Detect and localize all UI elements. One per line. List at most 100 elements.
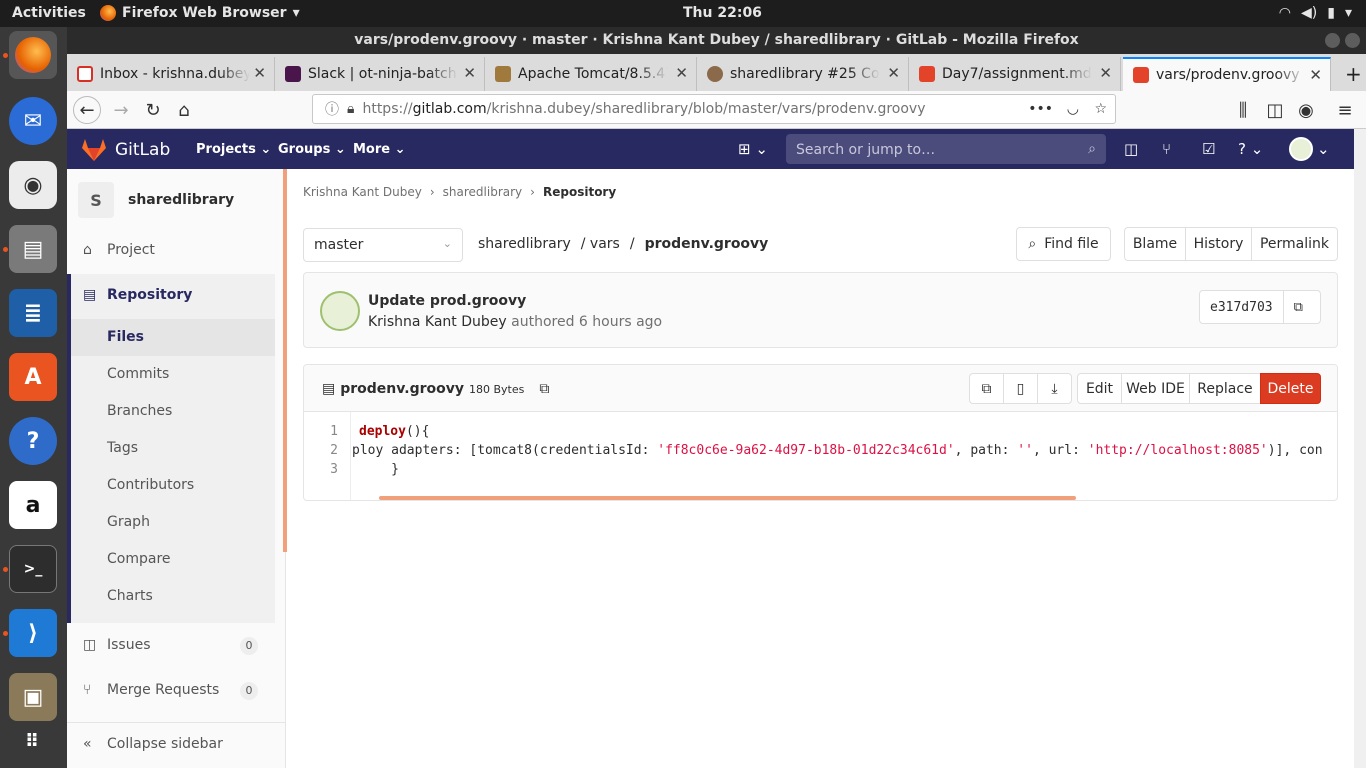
activities-button[interactable]: Activities: [12, 5, 86, 21]
help-icon[interactable]: ?: [9, 417, 57, 465]
download-icon[interactable]: ⤓: [1037, 373, 1072, 404]
copy-path-icon[interactable]: ⧉: [539, 381, 549, 397]
line-number[interactable]: 1: [330, 424, 338, 439]
clock[interactable]: Thu 22:06: [683, 5, 762, 21]
sidebar-sub-branches[interactable]: Branches: [107, 403, 172, 419]
close-icon[interactable]: ✕: [463, 64, 476, 82]
reload-icon[interactable]: ↻: [139, 96, 167, 124]
code-horizontal-scrollbar[interactable]: [379, 496, 1076, 500]
issues-icon[interactable]: ◫: [1124, 140, 1138, 158]
history-button[interactable]: History: [1185, 227, 1252, 261]
merge-requests-icon[interactable]: ⑂: [1162, 140, 1171, 158]
show-apps-icon[interactable]: ⠿: [9, 717, 57, 765]
sidebar-sub-tags[interactable]: Tags: [107, 440, 138, 456]
new-dropdown-icon[interactable]: ⊞ ⌄: [738, 140, 768, 158]
delete-button[interactable]: Delete: [1260, 373, 1321, 404]
sidebar-sub-charts[interactable]: Charts: [107, 588, 153, 604]
collapse-sidebar-button[interactable]: « Collapse sidebar: [67, 736, 275, 752]
commit-title[interactable]: Update prod.groovy: [368, 293, 526, 309]
code-viewer[interactable]: 1 2 3 deploy(){ ploy adapters: [tomcat8(…: [304, 412, 1337, 500]
browser-tab[interactable]: Slack | ot-ninja-batch-6 ✕: [275, 57, 485, 91]
replace-button[interactable]: Replace: [1189, 373, 1261, 404]
commit-sha[interactable]: e317d703: [1200, 291, 1284, 323]
thunderbird-icon[interactable]: ✉: [9, 97, 57, 145]
maximize-icon[interactable]: [1345, 33, 1360, 48]
breadcrumb-user[interactable]: Krishna Kant Dubey: [303, 185, 422, 199]
edit-button[interactable]: Edit: [1077, 373, 1122, 404]
account-icon[interactable]: ◉: [1292, 96, 1320, 124]
path-dir[interactable]: / vars: [581, 236, 620, 252]
path-root[interactable]: sharedlibrary: [478, 236, 571, 252]
library-icon[interactable]: ⫼: [1229, 96, 1257, 124]
sidebar-sub-files[interactable]: Files: [107, 329, 144, 345]
commit-meta: authored 6 hours ago: [511, 314, 663, 330]
raw-icon[interactable]: ▯: [1003, 373, 1038, 404]
nav-projects[interactable]: Projects ⌄: [196, 142, 271, 157]
copy-icon[interactable]: ⧉: [1284, 300, 1313, 315]
firefox-launcher[interactable]: [9, 31, 57, 79]
pocket-icon[interactable]: ◡: [1067, 101, 1079, 117]
sidebar-sub-graph[interactable]: Graph: [107, 514, 150, 530]
find-file-button[interactable]: ⌕ Find file: [1016, 227, 1111, 261]
vscode-icon[interactable]: ⟩: [9, 609, 57, 657]
gitlab-home-link[interactable]: GitLab: [81, 138, 170, 162]
close-icon[interactable]: ✕: [675, 64, 688, 82]
close-icon[interactable]: ✕: [887, 64, 900, 82]
bookmark-star-icon[interactable]: ☆: [1094, 101, 1107, 117]
app-menu[interactable]: Firefox Web Browser ▾: [100, 5, 300, 21]
sidebar-item-project[interactable]: ⌂ Project: [67, 242, 275, 258]
close-icon[interactable]: ✕: [1309, 66, 1322, 84]
todos-icon[interactable]: ☑: [1202, 140, 1215, 158]
permalink-button[interactable]: Permalink: [1251, 227, 1338, 261]
tab-label: vars/prodenv.groovy ·: [1156, 67, 1306, 83]
page-actions-icon[interactable]: •••: [1028, 101, 1053, 117]
web-ide-button[interactable]: Web IDE: [1121, 373, 1190, 404]
gitlab-header: GitLab Projects ⌄ Groups ⌄ More ⌄ ⊞ ⌄ Se…: [67, 129, 1354, 169]
sidebar-sub-contributors[interactable]: Contributors: [107, 477, 194, 493]
image-viewer-icon[interactable]: ▣: [9, 673, 57, 721]
new-tab-button[interactable]: +: [1335, 57, 1365, 91]
sidebar-project-link[interactable]: Ssharedlibrary: [78, 182, 234, 218]
breadcrumb-current[interactable]: Repository: [543, 185, 616, 199]
line-number[interactable]: 2: [330, 443, 338, 458]
sidebar-item-repository[interactable]: ▤ Repository: [67, 287, 275, 303]
url-bar[interactable]: ⓘ 🔒︎ https://gitlab.com/krishna.dubey/sha…: [312, 94, 1116, 124]
menu-icon[interactable]: ≡: [1331, 96, 1359, 124]
nav-groups[interactable]: Groups ⌄: [278, 142, 346, 157]
user-avatar[interactable]: [1289, 137, 1313, 161]
browser-tab-active[interactable]: vars/prodenv.groovy · ✕: [1123, 57, 1331, 91]
browser-tab[interactable]: Apache Tomcat/8.5.47 ✕: [485, 57, 697, 91]
files-icon[interactable]: ▤: [9, 225, 57, 273]
copy-source-icon[interactable]: ⧉: [969, 373, 1004, 404]
writer-icon[interactable]: ≣: [9, 289, 57, 337]
software-center-icon[interactable]: A: [9, 353, 57, 401]
rhythmbox-icon[interactable]: ◉: [9, 161, 57, 209]
search-input[interactable]: Search or jump to… ⌕: [786, 134, 1106, 164]
author-avatar[interactable]: [320, 291, 360, 331]
forward-icon[interactable]: →: [107, 96, 135, 124]
close-icon[interactable]: ✕: [253, 64, 266, 82]
blame-button[interactable]: Blame: [1124, 227, 1186, 261]
amazon-icon[interactable]: a: [9, 481, 57, 529]
branch-selector[interactable]: master ⌄: [303, 228, 463, 262]
nav-more[interactable]: More ⌄: [353, 142, 406, 157]
minimize-icon[interactable]: [1325, 33, 1340, 48]
jenkins-icon: [707, 66, 723, 82]
sidebar-sub-compare[interactable]: Compare: [107, 551, 171, 567]
system-tray[interactable]: ◠ ◀) ▮ ▾: [1279, 5, 1352, 21]
line-number[interactable]: 3: [330, 462, 338, 477]
help-icon[interactable]: ? ⌄: [1238, 140, 1263, 158]
breadcrumb-project[interactable]: sharedlibrary: [443, 185, 523, 199]
page-scrollbar[interactable]: [1354, 129, 1366, 768]
sidebar-toggle-icon[interactable]: ◫: [1261, 96, 1289, 124]
browser-tab[interactable]: sharedlibrary #25 Con ✕: [697, 57, 909, 91]
commit-author[interactable]: Krishna Kant Dubey: [368, 314, 507, 330]
info-icon[interactable]: ⓘ: [325, 99, 339, 119]
back-icon[interactable]: ←: [73, 96, 101, 124]
browser-tab[interactable]: Day7/assignment.md · ✕: [909, 57, 1121, 91]
sidebar-sub-commits[interactable]: Commits: [107, 366, 169, 382]
close-icon[interactable]: ✕: [1099, 64, 1112, 82]
browser-tab[interactable]: Inbox - krishna.dubey@ ✕: [67, 57, 275, 91]
home-icon[interactable]: ⌂: [170, 96, 198, 124]
terminal-icon[interactable]: >_: [9, 545, 57, 593]
